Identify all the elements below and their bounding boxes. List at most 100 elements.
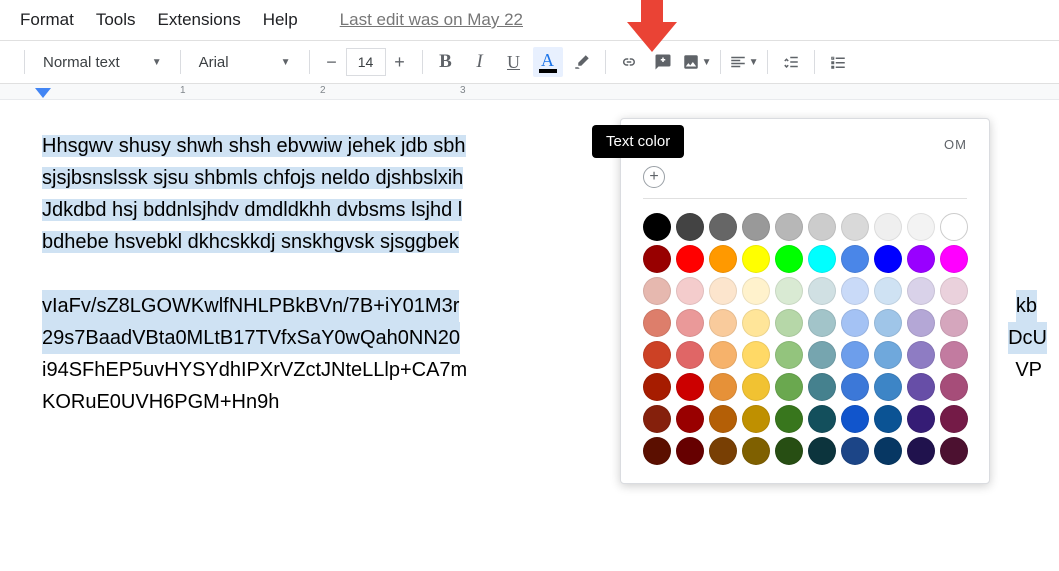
color-swatch[interactable] <box>775 437 803 465</box>
color-swatch[interactable] <box>940 405 968 433</box>
color-swatch[interactable] <box>742 405 770 433</box>
color-swatch[interactable] <box>874 277 902 305</box>
color-swatch[interactable] <box>643 277 671 305</box>
color-swatch[interactable] <box>808 341 836 369</box>
font-size-input[interactable]: 14 <box>346 48 386 76</box>
color-swatch[interactable] <box>643 341 671 369</box>
color-swatch[interactable] <box>940 373 968 401</box>
color-swatch[interactable] <box>907 245 935 273</box>
color-swatch[interactable] <box>808 245 836 273</box>
color-swatch[interactable] <box>808 213 836 241</box>
color-swatch[interactable] <box>841 309 869 337</box>
color-swatch[interactable] <box>742 309 770 337</box>
color-swatch[interactable] <box>676 245 704 273</box>
color-swatch[interactable] <box>709 309 737 337</box>
increase-font-size-button[interactable]: + <box>386 48 414 76</box>
color-swatch[interactable] <box>775 277 803 305</box>
menu-tools[interactable]: Tools <box>96 10 136 30</box>
color-swatch[interactable] <box>841 341 869 369</box>
color-swatch[interactable] <box>874 341 902 369</box>
color-swatch[interactable] <box>907 277 935 305</box>
color-swatch[interactable] <box>907 373 935 401</box>
color-swatch[interactable] <box>940 277 968 305</box>
color-swatch[interactable] <box>775 405 803 433</box>
color-swatch[interactable] <box>874 213 902 241</box>
color-swatch[interactable] <box>643 245 671 273</box>
color-swatch[interactable] <box>676 213 704 241</box>
color-swatch[interactable] <box>643 213 671 241</box>
color-swatch[interactable] <box>940 437 968 465</box>
align-button[interactable]: ▼ <box>729 47 759 77</box>
color-swatch[interactable] <box>841 213 869 241</box>
color-swatch[interactable] <box>709 373 737 401</box>
color-swatch[interactable] <box>742 213 770 241</box>
color-swatch[interactable] <box>841 373 869 401</box>
color-swatch[interactable] <box>808 405 836 433</box>
color-swatch[interactable] <box>709 405 737 433</box>
color-swatch[interactable] <box>742 341 770 369</box>
color-swatch[interactable] <box>808 437 836 465</box>
color-swatch[interactable] <box>808 309 836 337</box>
color-swatch[interactable] <box>676 405 704 433</box>
color-swatch[interactable] <box>676 309 704 337</box>
color-swatch[interactable] <box>874 309 902 337</box>
color-swatch[interactable] <box>841 277 869 305</box>
color-swatch[interactable] <box>940 309 968 337</box>
color-swatch[interactable] <box>874 373 902 401</box>
font-family-dropdown[interactable]: Arial ▼ <box>189 47 301 77</box>
color-swatch[interactable] <box>907 437 935 465</box>
menu-extensions[interactable]: Extensions <box>158 10 241 30</box>
color-swatch[interactable] <box>874 437 902 465</box>
color-swatch[interactable] <box>940 245 968 273</box>
color-swatch[interactable] <box>940 213 968 241</box>
menu-help[interactable]: Help <box>263 10 298 30</box>
color-swatch[interactable] <box>775 309 803 337</box>
color-swatch[interactable] <box>808 277 836 305</box>
color-swatch[interactable] <box>874 245 902 273</box>
color-swatch[interactable] <box>907 213 935 241</box>
color-swatch[interactable] <box>907 341 935 369</box>
decrease-font-size-button[interactable]: − <box>318 48 346 76</box>
color-swatch[interactable] <box>709 341 737 369</box>
paragraph-styles-dropdown[interactable]: Normal text ▼ <box>33 47 172 77</box>
color-swatch[interactable] <box>775 245 803 273</box>
color-swatch[interactable] <box>676 373 704 401</box>
color-swatch[interactable] <box>775 341 803 369</box>
color-swatch[interactable] <box>676 277 704 305</box>
color-swatch[interactable] <box>643 405 671 433</box>
color-swatch[interactable] <box>742 373 770 401</box>
color-swatch[interactable] <box>775 213 803 241</box>
line-spacing-button[interactable] <box>776 47 806 77</box>
color-swatch[interactable] <box>742 245 770 273</box>
text-color-button[interactable]: A <box>533 47 563 77</box>
color-swatch[interactable] <box>676 437 704 465</box>
bold-button[interactable]: B <box>431 47 461 77</box>
color-swatch[interactable] <box>709 245 737 273</box>
color-swatch[interactable] <box>643 309 671 337</box>
menu-format[interactable]: Format <box>20 10 74 30</box>
add-custom-color-button[interactable]: + <box>643 166 665 188</box>
color-swatch[interactable] <box>907 405 935 433</box>
color-swatch[interactable] <box>874 405 902 433</box>
last-edit-link[interactable]: Last edit was on May 22 <box>340 10 523 30</box>
highlight-color-button[interactable] <box>567 47 597 77</box>
italic-button[interactable]: I <box>465 47 495 77</box>
color-swatch[interactable] <box>709 277 737 305</box>
color-swatch[interactable] <box>709 213 737 241</box>
color-swatch[interactable] <box>742 277 770 305</box>
color-swatch[interactable] <box>940 341 968 369</box>
underline-button[interactable]: U <box>499 47 529 77</box>
color-swatch[interactable] <box>841 245 869 273</box>
color-swatch[interactable] <box>676 341 704 369</box>
color-swatch[interactable] <box>808 373 836 401</box>
color-swatch[interactable] <box>841 437 869 465</box>
color-swatch[interactable] <box>907 309 935 337</box>
color-swatch[interactable] <box>775 373 803 401</box>
color-swatch[interactable] <box>742 437 770 465</box>
color-swatch[interactable] <box>643 373 671 401</box>
color-swatch[interactable] <box>709 437 737 465</box>
checklist-button[interactable] <box>823 47 853 77</box>
insert-image-button[interactable]: ▼ <box>682 47 712 77</box>
color-swatch[interactable] <box>841 405 869 433</box>
color-swatch[interactable] <box>643 437 671 465</box>
